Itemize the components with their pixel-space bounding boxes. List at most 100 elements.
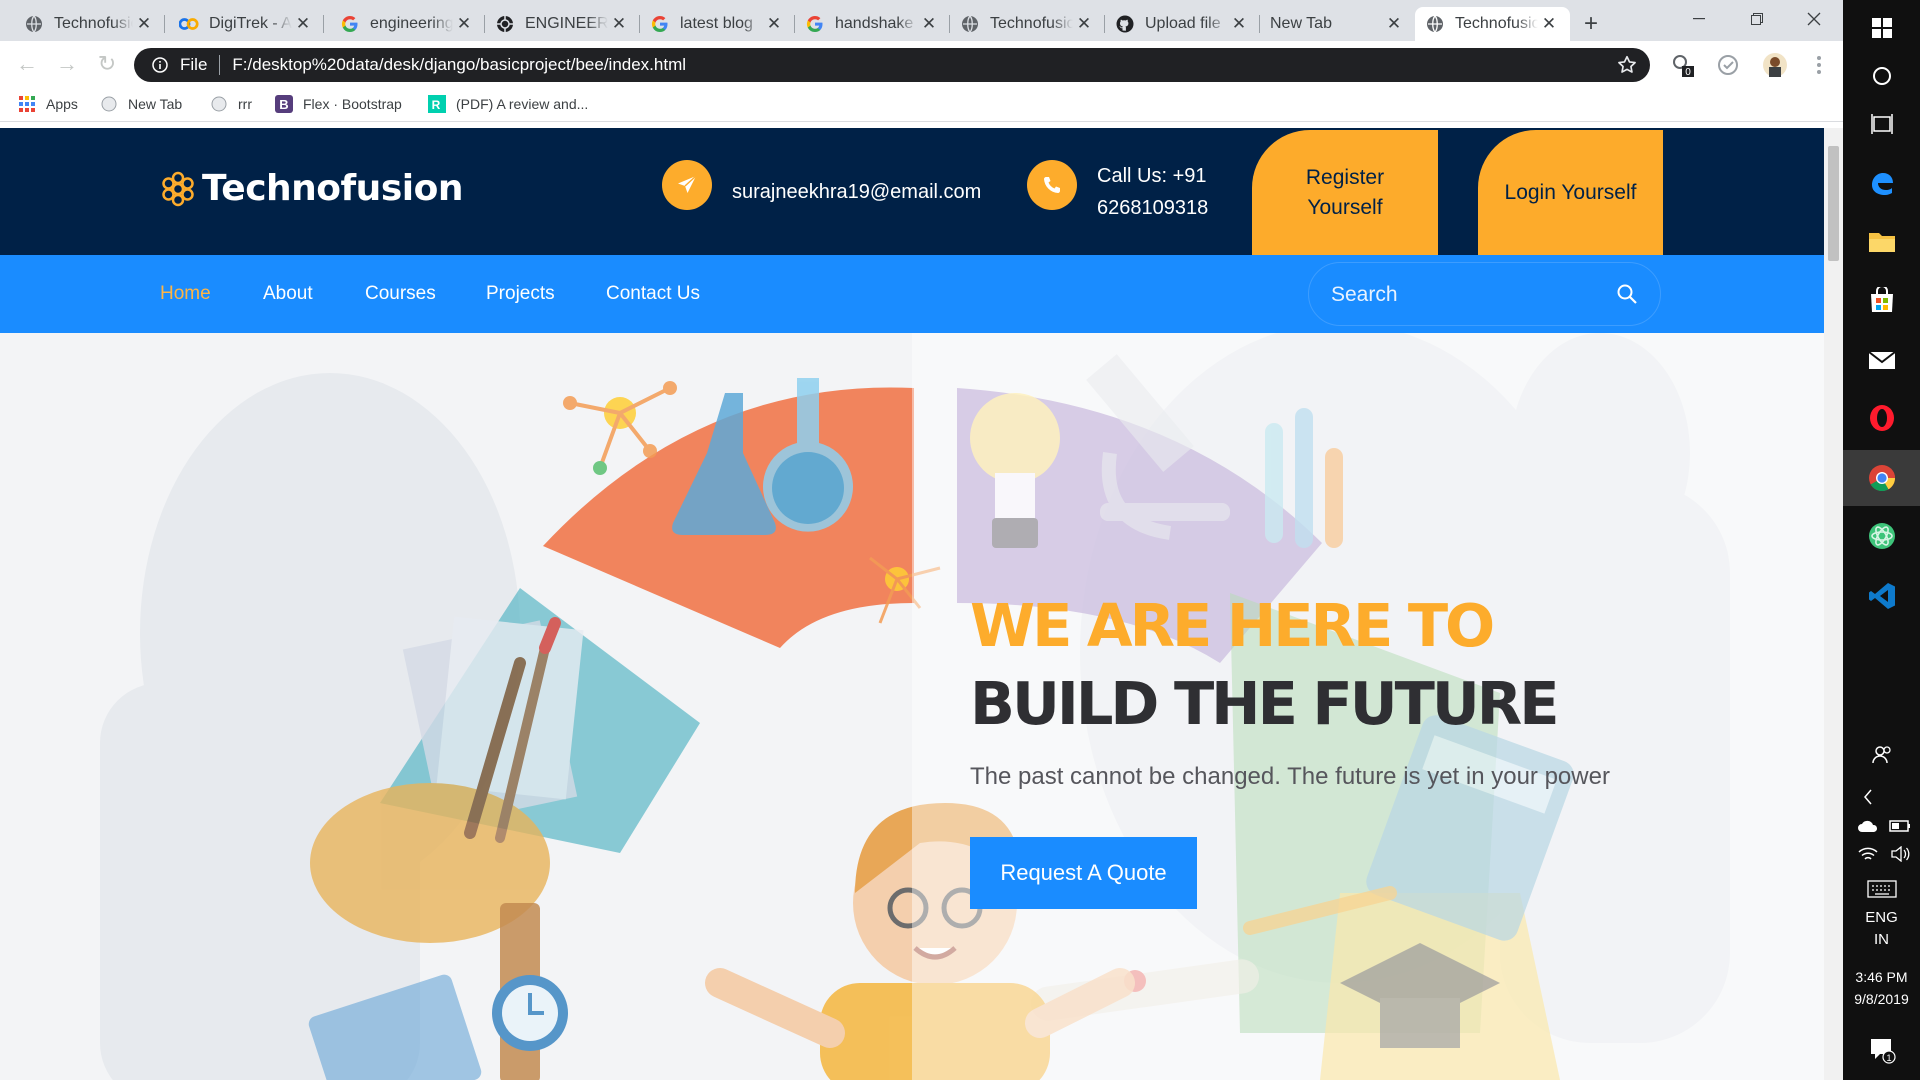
- forward-arrow-icon[interactable]: →: [54, 51, 80, 77]
- atom-editor-icon[interactable]: [1843, 508, 1920, 564]
- url-scheme: File: [180, 55, 208, 74]
- browser-tab-active[interactable]: Technofusion ✕: [1415, 7, 1570, 41]
- browser-tab[interactable]: latest blog ✕: [640, 7, 795, 41]
- contact-phone-number: 6268109318: [1097, 197, 1209, 219]
- globe-icon: [960, 14, 980, 34]
- bookmark-pdf-review[interactable]: R (PDF) A review and...: [428, 93, 588, 115]
- bookmark-star-icon[interactable]: [1616, 54, 1638, 76]
- engineering-icon: [495, 14, 515, 34]
- browser-tab[interactable]: ENGINEERING ✕: [485, 7, 640, 41]
- store-icon[interactable]: [1843, 272, 1920, 328]
- close-tab-icon[interactable]: ✕: [292, 13, 314, 35]
- opera-icon[interactable]: [1843, 390, 1920, 446]
- bookmark-new-tab[interactable]: New Tab: [100, 93, 182, 115]
- extension-icon[interactable]: 0: [1670, 52, 1696, 78]
- google-icon: [340, 14, 360, 34]
- scroll-thumb[interactable]: [1828, 146, 1839, 261]
- people-icon[interactable]: [1843, 740, 1920, 770]
- search-icon[interactable]: [1616, 283, 1638, 305]
- browser-tab[interactable]: handshake ✕: [795, 7, 950, 41]
- bookmark-bootstrap[interactable]: B Flex · Bootstrap: [275, 93, 402, 115]
- close-tab-icon[interactable]: ✕: [1383, 13, 1405, 35]
- file-explorer-icon[interactable]: [1843, 213, 1920, 269]
- close-tab-icon[interactable]: ✕: [608, 13, 630, 35]
- phone-icon: [1027, 160, 1077, 210]
- menu-dots-icon[interactable]: [1806, 52, 1832, 78]
- browser-tab[interactable]: engineering ✕: [330, 7, 485, 41]
- browser-tab[interactable]: Technofusion ✕: [950, 7, 1105, 41]
- nav-link-contact[interactable]: Contact Us: [606, 283, 700, 305]
- url-text[interactable]: F:/desktop%20data/desk/django/basicproje…: [232, 55, 686, 75]
- chevron-left-icon[interactable]: [1843, 785, 1893, 809]
- close-tab-icon[interactable]: ✕: [763, 13, 785, 35]
- reload-icon[interactable]: ↻: [94, 51, 120, 77]
- clock[interactable]: 3:46 PM 9/8/2019: [1843, 966, 1920, 1010]
- extension-badge: 0: [1685, 67, 1691, 78]
- task-view-icon[interactable]: [1843, 96, 1920, 152]
- browser-tab[interactable]: DigiTrek - A ✕: [169, 7, 324, 41]
- minimize-button[interactable]: [1671, 0, 1727, 38]
- volume-icon[interactable]: [1885, 843, 1915, 865]
- page-viewport: Technofusion surajneekhra19@email.com Ca…: [0, 128, 1824, 1080]
- extension-icon-2[interactable]: [1715, 52, 1741, 78]
- info-icon[interactable]: [146, 57, 174, 73]
- bookmarks-bar: Apps New Tab rrr B Flex · Bootstrap R (P…: [0, 87, 1843, 122]
- profile-avatar[interactable]: [1762, 52, 1788, 78]
- browser-tab[interactable]: Upload file ✕: [1105, 7, 1260, 41]
- clock-time: 3:46 PM: [1855, 969, 1908, 985]
- windows-taskbar: ENG IN 3:46 PM 9/8/2019 1: [1843, 0, 1920, 1080]
- clock-date: 9/8/2019: [1854, 991, 1909, 1007]
- nav-link-projects[interactable]: Projects: [486, 283, 555, 305]
- close-tab-icon[interactable]: ✕: [1538, 13, 1560, 35]
- nav-link-about[interactable]: About: [263, 283, 313, 305]
- globe-icon: [1425, 14, 1445, 34]
- request-quote-button[interactable]: Request A Quote: [970, 837, 1197, 909]
- notification-center-icon[interactable]: 1: [1843, 1030, 1920, 1070]
- browser-toolbar: ← → ↻ File F:/desktop%20data/desk/django…: [0, 41, 1843, 87]
- bookmark-rrr[interactable]: rrr: [210, 93, 252, 115]
- edge-icon[interactable]: [1843, 155, 1920, 211]
- search-input[interactable]: [1329, 263, 1603, 327]
- browser-tab[interactable]: Technofusion ✕: [14, 7, 165, 41]
- digitrek-icon: [179, 14, 199, 34]
- contact-phone[interactable]: Call Us: +91 6268109318: [1097, 160, 1208, 224]
- login-button[interactable]: Login Yourself: [1478, 130, 1663, 255]
- vscode-icon[interactable]: [1843, 568, 1920, 624]
- chrome-icon[interactable]: [1843, 450, 1920, 506]
- paper-plane-icon: [662, 160, 712, 210]
- bookmark-apps[interactable]: Apps: [18, 93, 78, 115]
- close-tab-icon[interactable]: ✕: [1073, 13, 1095, 35]
- close-tab-icon[interactable]: ✕: [453, 13, 475, 35]
- atom-logo-icon: [160, 171, 196, 207]
- onedrive-cloud-icon[interactable]: [1853, 815, 1883, 837]
- browser-tab[interactable]: New Tab ✕: [1260, 7, 1415, 41]
- register-button[interactable]: Register Yourself: [1252, 130, 1438, 255]
- site-nav-bar: Home About Courses Projects Contact Us: [0, 255, 1824, 333]
- close-tab-icon[interactable]: ✕: [1228, 13, 1250, 35]
- hero-text-block: WE ARE HERE TO BUILD THE FUTURE The past…: [970, 593, 1730, 909]
- google-icon: [805, 14, 825, 34]
- site-logo[interactable]: Technofusion: [160, 168, 463, 209]
- contact-email[interactable]: surajneekhra19@email.com: [732, 176, 981, 208]
- close-window-button[interactable]: [1786, 0, 1842, 38]
- language-indicator[interactable]: ENG IN: [1843, 907, 1920, 951]
- restore-button[interactable]: [1729, 0, 1785, 38]
- battery-icon[interactable]: [1885, 815, 1915, 837]
- close-tab-icon[interactable]: ✕: [918, 13, 940, 35]
- language-region: IN: [1874, 931, 1889, 948]
- mail-icon[interactable]: [1843, 332, 1920, 388]
- nav-link-courses[interactable]: Courses: [365, 283, 436, 305]
- language-code: ENG: [1865, 909, 1898, 926]
- site-brand-name: Technofusion: [202, 168, 463, 209]
- wifi-icon[interactable]: [1853, 843, 1883, 865]
- new-tab-button[interactable]: +: [1576, 9, 1606, 39]
- hero-subtitle: The past cannot be changed. The future i…: [970, 763, 1610, 790]
- keyboard-icon[interactable]: [1843, 875, 1920, 903]
- back-arrow-icon[interactable]: ←: [14, 51, 40, 77]
- nav-link-home[interactable]: Home: [160, 283, 211, 305]
- github-icon: [1115, 14, 1135, 34]
- close-tab-icon[interactable]: ✕: [133, 13, 155, 35]
- notification-count: 1: [1886, 1053, 1891, 1063]
- page-scrollbar[interactable]: [1824, 128, 1843, 1080]
- address-bar[interactable]: File F:/desktop%20data/desk/django/basic…: [134, 48, 1650, 82]
